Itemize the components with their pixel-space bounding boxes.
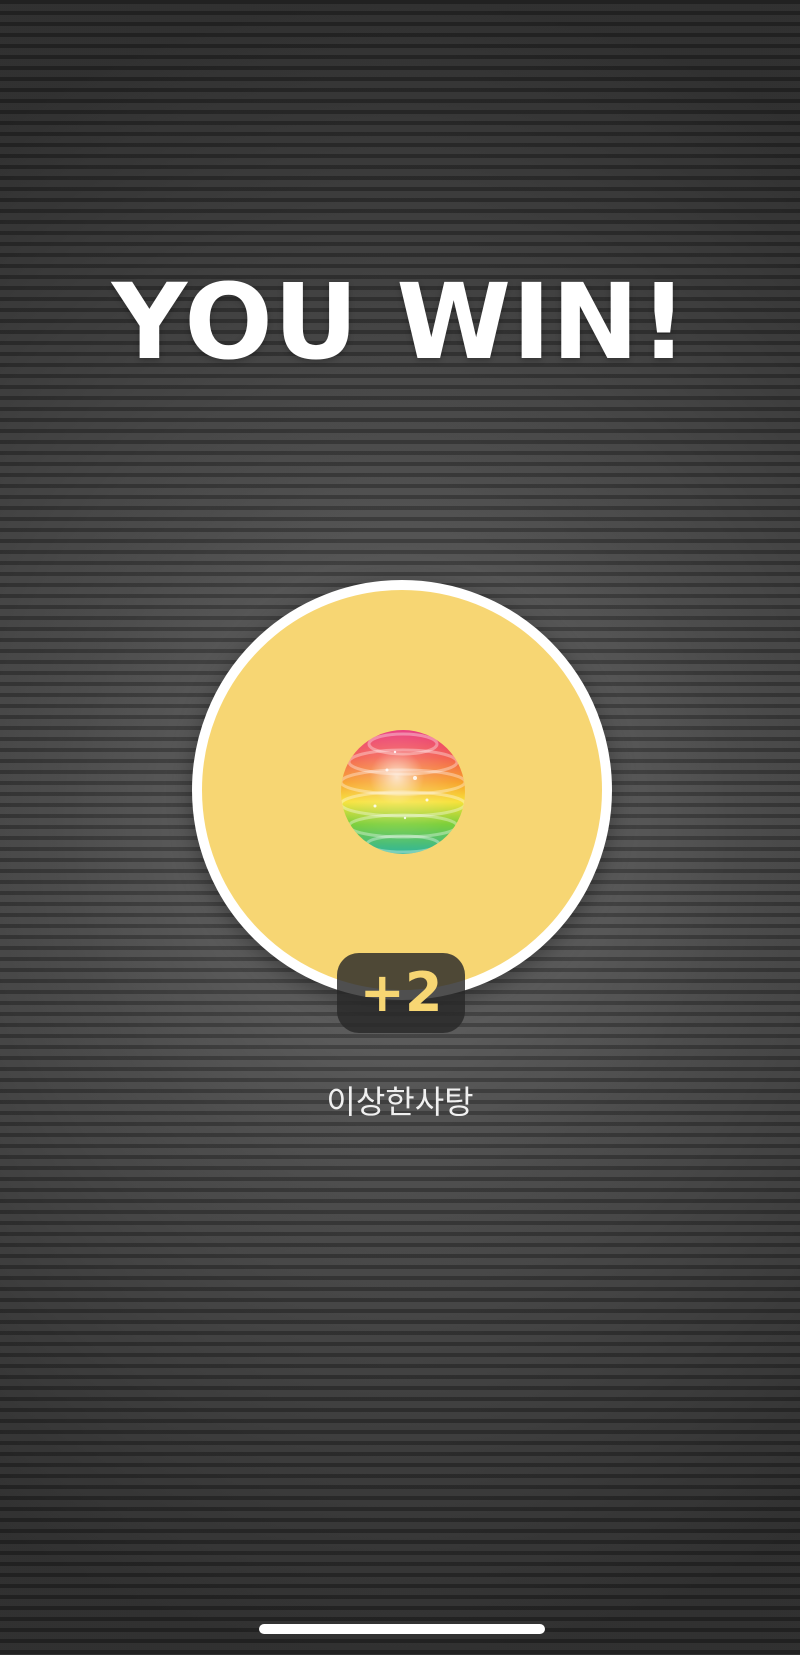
reward-circle [192,580,612,1000]
home-indicator[interactable] [259,1624,545,1634]
rainbow-candy-icon [341,730,465,854]
reward-item-name: 이상한사탕 [326,1083,474,1121]
win-screen: YOU WIN! +2 이상한사탕 [0,0,800,1655]
win-title: YOU WIN! [111,261,689,383]
reward-amount-badge: +2 [337,953,465,1033]
